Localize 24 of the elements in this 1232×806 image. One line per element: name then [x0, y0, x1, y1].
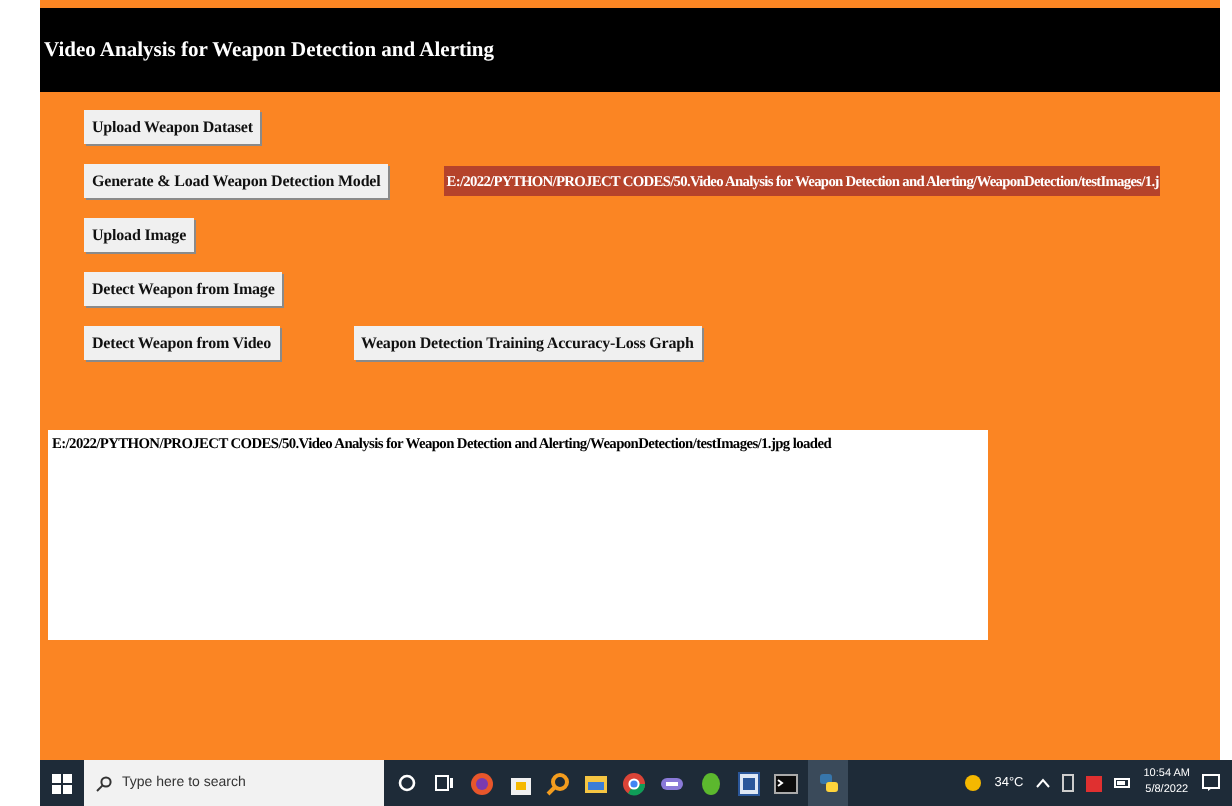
magnifier-icon[interactable] [546, 771, 570, 795]
task-view-icon[interactable] [434, 774, 454, 792]
leaf-icon[interactable] [699, 771, 721, 795]
security-icon[interactable] [1085, 775, 1102, 791]
document-icon[interactable] [737, 771, 759, 795]
folder-icon[interactable] [584, 773, 608, 793]
action-button[interactable]: Upload Weapon Dataset [84, 110, 261, 144]
search-icon [96, 775, 112, 791]
chevron-up-icon[interactable] [1035, 778, 1050, 788]
notification-icon[interactable] [1202, 774, 1220, 792]
action-button[interactable]: Detect Weapon from Image [84, 272, 283, 306]
circle-icon[interactable] [397, 774, 415, 792]
action-button[interactable]: Upload Image [84, 218, 195, 252]
windows-logo-icon[interactable] [52, 773, 72, 793]
action-button[interactable]: Detect Weapon from Video [84, 326, 280, 360]
graph-button[interactable]: Weapon Detection Training Accuracy-Loss Graph [353, 326, 702, 360]
python-icon[interactable] [817, 772, 839, 794]
sun-icon [964, 774, 983, 792]
app-icon[interactable] [660, 773, 684, 793]
browser-circle-icon[interactable] [622, 771, 646, 795]
terminal-icon[interactable] [774, 773, 798, 793]
battery-icon[interactable] [1113, 778, 1132, 788]
app-title: Video Analysis for Weapon Detection and Alerting [44, 39, 494, 61]
action-button[interactable]: Generate & Load Weapon Detection Model [84, 164, 389, 198]
